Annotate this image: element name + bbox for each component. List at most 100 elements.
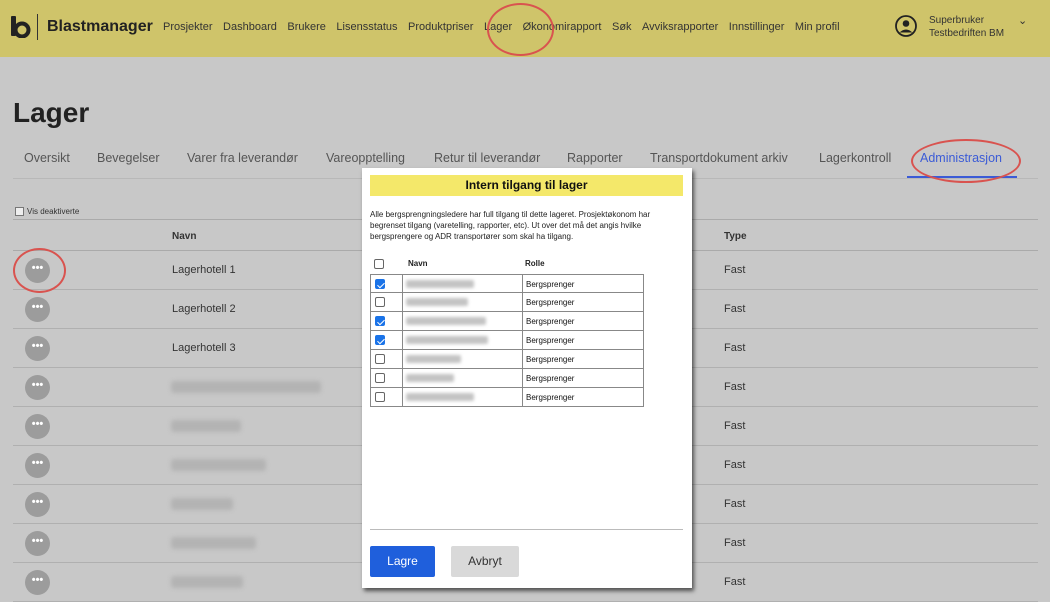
access-name-redacted <box>406 298 468 306</box>
row-type: Fast <box>724 537 746 549</box>
access-name-redacted <box>406 374 454 382</box>
access-row: Bergsprenger <box>370 312 644 331</box>
tab-rapporter[interactable]: Rapporter <box>567 151 623 165</box>
access-name-cell <box>403 388 523 406</box>
row-actions-button[interactable]: ••• <box>25 297 50 322</box>
access-name-redacted <box>406 393 474 401</box>
tab-retur-til-leverandor[interactable]: Retur til leverandør <box>434 151 540 165</box>
select-all-checkbox[interactable] <box>374 259 384 269</box>
nav-dashboard[interactable]: Dashboard <box>223 21 277 33</box>
access-name-cell <box>403 350 523 368</box>
user-menu[interactable]: Superbruker Testbedriften BM <box>929 14 1004 40</box>
brand-logo-icon[interactable] <box>11 16 31 38</box>
access-checkbox[interactable] <box>375 354 385 364</box>
access-name-cell <box>403 331 523 349</box>
row-actions-button[interactable]: ••• <box>25 570 50 595</box>
row-actions-button[interactable]: ••• <box>25 453 50 478</box>
access-role: Bergsprenger <box>526 336 575 345</box>
tab-transportdokument-arkiv[interactable]: Transportdokument arkiv <box>650 151 788 165</box>
row-name: Lagerhotell 2 <box>172 303 236 315</box>
access-checkbox[interactable] <box>375 392 385 402</box>
show-deactivated-label: Vis deaktiverte <box>27 207 80 216</box>
row-name-redacted <box>171 459 266 471</box>
access-name-redacted <box>406 280 474 288</box>
nav-lisensstatus[interactable]: Lisensstatus <box>336 21 397 33</box>
access-checkbox[interactable] <box>375 279 385 289</box>
tab-bevegelser[interactable]: Bevegelser <box>97 151 160 165</box>
col-header-type[interactable]: Type <box>724 231 747 242</box>
nav-sok[interactable]: Søk <box>612 21 632 33</box>
page-title: Lager <box>13 97 90 128</box>
access-name-cell <box>403 275 523 293</box>
access-row: Bergsprenger <box>370 350 644 369</box>
access-role: Bergsprenger <box>526 355 575 364</box>
nav-innstillinger[interactable]: Innstillinger <box>729 21 785 33</box>
nav-prosjekter[interactable]: Prosjekter <box>163 21 213 33</box>
access-name-cell <box>403 312 523 330</box>
access-role: Bergsprenger <box>526 374 575 383</box>
user-company: Testbedriften BM <box>929 28 1005 39</box>
access-role: Bergsprenger <box>526 298 575 307</box>
access-col-role: Rolle <box>525 259 545 268</box>
nav-avviksrapporter[interactable]: Avviksrapporter <box>642 21 718 33</box>
tab-varer-fra-leverandor[interactable]: Varer fra leverandør <box>187 151 298 165</box>
brand-divider <box>37 14 38 40</box>
row-actions-button[interactable]: ••• <box>25 336 50 361</box>
tab-oversikt[interactable]: Oversikt <box>24 151 70 165</box>
access-role: Bergsprenger <box>526 317 575 326</box>
access-checkbox-cell <box>371 388 403 406</box>
row-actions-button[interactable]: ••• <box>25 531 50 556</box>
annotation-circle-actions <box>13 248 66 293</box>
user-avatar-icon[interactable] <box>895 15 917 37</box>
brand-name[interactable]: Blastmanager <box>47 18 153 36</box>
nav-brukere[interactable]: Brukere <box>287 21 326 33</box>
row-name-redacted <box>171 498 233 510</box>
access-modal: Intern tilgang til lager Alle bergspreng… <box>362 168 692 588</box>
access-name-redacted <box>406 317 486 325</box>
row-type: Fast <box>724 459 746 471</box>
access-table-header: Navn Rolle <box>370 256 644 274</box>
row-type: Fast <box>724 381 746 393</box>
access-checkbox-cell <box>371 331 403 349</box>
access-checkbox-cell <box>371 350 403 368</box>
row-name-redacted <box>171 381 321 393</box>
row-name-redacted <box>171 420 241 432</box>
row-name-redacted <box>171 537 256 549</box>
nav-produktpriser[interactable]: Produktpriser <box>408 21 473 33</box>
tab-lagerkontroll[interactable]: Lagerkontroll <box>819 151 891 165</box>
row-type: Fast <box>724 498 746 510</box>
chevron-down-icon[interactable]: ⌄ <box>1018 14 1027 27</box>
access-checkbox[interactable] <box>375 297 385 307</box>
row-actions-button[interactable]: ••• <box>25 492 50 517</box>
access-col-name: Navn <box>408 259 428 268</box>
annotation-circle-lager <box>487 3 554 56</box>
access-row: Bergsprenger <box>370 293 644 312</box>
access-role: Bergsprenger <box>526 393 575 402</box>
cancel-button[interactable]: Avbryt <box>451 546 519 577</box>
access-row: Bergsprenger <box>370 369 644 388</box>
modal-title: Intern tilgang til lager <box>370 175 683 196</box>
access-checkbox[interactable] <box>375 335 385 345</box>
annotation-circle-administrasjon <box>911 139 1021 183</box>
access-checkbox-cell <box>371 312 403 330</box>
access-checkbox[interactable] <box>375 316 385 326</box>
col-header-name[interactable]: Navn <box>172 231 196 242</box>
row-name: Lagerhotell 1 <box>172 264 236 276</box>
row-actions-button[interactable]: ••• <box>25 375 50 400</box>
access-name-redacted <box>406 355 461 363</box>
show-deactivated-toggle[interactable]: Vis deaktiverte <box>15 207 79 216</box>
row-type: Fast <box>724 303 746 315</box>
save-button[interactable]: Lagre <box>370 546 435 577</box>
access-checkbox[interactable] <box>375 373 385 383</box>
nav-min-profil[interactable]: Min profil <box>795 21 840 33</box>
access-checkbox-cell <box>371 293 403 311</box>
modal-description: Alle bergsprengningsledere har full tilg… <box>370 210 651 241</box>
access-row: Bergsprenger <box>370 388 644 407</box>
show-deactivated-checkbox[interactable] <box>15 207 24 216</box>
access-checkbox-cell <box>371 275 403 293</box>
row-actions-button[interactable]: ••• <box>25 414 50 439</box>
access-name-redacted <box>406 336 488 344</box>
tab-vareopptelling[interactable]: Vareopptelling <box>326 151 405 165</box>
access-row: Bergsprenger <box>370 331 644 350</box>
access-name-cell <box>403 369 523 387</box>
